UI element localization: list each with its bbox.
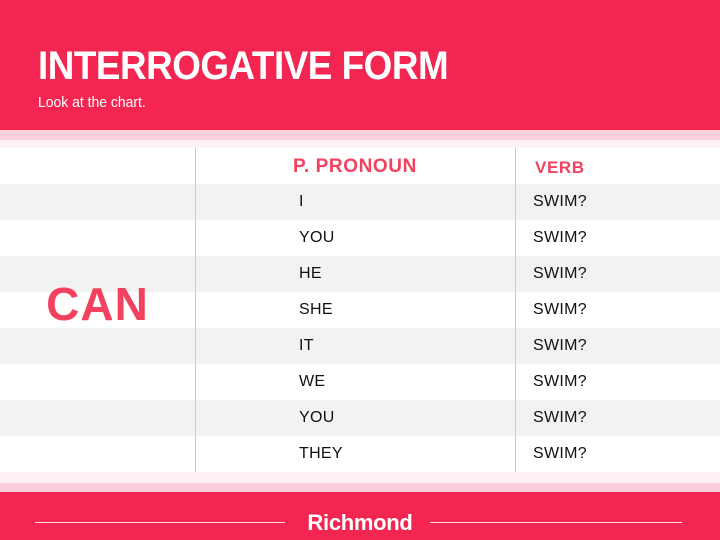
cell-verb: SWIM?: [533, 193, 587, 210]
cell-pronoun: WE: [299, 373, 326, 390]
table-row: YOU SWIM?: [0, 220, 720, 256]
page-subtitle: Look at the chart.: [38, 94, 146, 111]
page-title: INTERROGATIVE FORM: [38, 44, 449, 88]
divider-band-pale-pink-top: [0, 140, 720, 148]
column-header-pronoun: P. PRONOUN: [293, 156, 417, 177]
cell-pronoun: YOU: [299, 229, 335, 246]
table-row: I SWIM?: [0, 184, 720, 220]
cell-pronoun: HE: [299, 265, 322, 282]
table-row: WE SWIM?: [0, 364, 720, 400]
cell-verb: SWIM?: [533, 337, 587, 354]
cell-verb: SWIM?: [533, 229, 587, 246]
table-row: HE SWIM?: [0, 256, 720, 292]
divider-band-pale-pink-bottom: [0, 472, 720, 483]
cell-verb: SWIM?: [533, 265, 587, 282]
table-header-row: P. PRONOUN VERB: [0, 148, 720, 184]
table-row: IT SWIM?: [0, 328, 720, 364]
cell-verb: SWIM?: [533, 445, 587, 462]
table-row: SHE SWIM?: [0, 292, 720, 328]
cell-pronoun: THEY: [299, 445, 343, 462]
divider-band-pink-bottom: [0, 483, 720, 492]
cell-pronoun: SHE: [299, 301, 333, 318]
conjugation-table: CAN P. PRONOUN VERB I SWIM? YOU SWIM? HE SWIM…: [0, 148, 720, 472]
cell-pronoun: YOU: [299, 409, 335, 426]
cell-verb: SWIM?: [533, 409, 587, 426]
table-row: THEY SWIM?: [0, 436, 720, 472]
table-row: YOU SWIM?: [0, 400, 720, 436]
cell-pronoun: I: [299, 193, 304, 210]
slide: INTERROGATIVE FORM Look at the chart. CA…: [0, 0, 720, 540]
cell-verb: SWIM?: [533, 301, 587, 318]
slide-footer: Richmond: [0, 492, 720, 540]
cell-pronoun: IT: [299, 337, 314, 354]
divider-band-pink-top: [0, 130, 720, 140]
slide-header: INTERROGATIVE FORM Look at the chart.: [0, 0, 720, 130]
publisher-logo: Richmond: [307, 510, 413, 535]
cell-verb: SWIM?: [533, 373, 587, 390]
column-header-verb: VERB: [535, 158, 585, 177]
